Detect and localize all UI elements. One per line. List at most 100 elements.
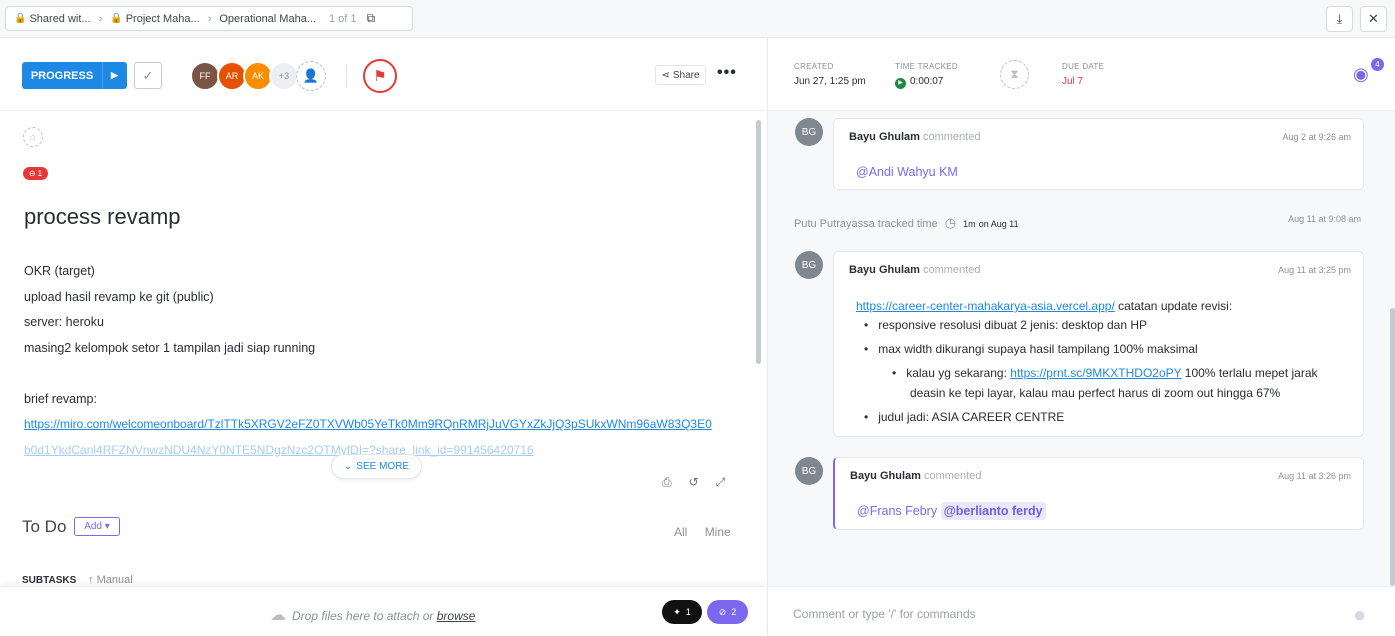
list-text-continued: deasin ke tepi layar, kalau mau perfect … (910, 386, 1281, 400)
avatar: BG (795, 118, 823, 146)
attachment-bar: ☁ Drop files here to attach or browse ✦ 1… (0, 586, 766, 636)
comment-body: https://career-center-mahakarya-asia.ver… (856, 299, 1232, 313)
chat-bubble-icon[interactable]: ● (1353, 602, 1366, 628)
hourglass-icon[interactable]: ⧗ (1000, 60, 1029, 89)
comment-header: Bayu Ghulam commented (849, 264, 980, 276)
see-more-label: SEE MORE (356, 461, 410, 472)
created-value: Jun 27, 1:25 pm (794, 76, 866, 87)
comment-body: @Andi Wahyu KM (856, 165, 958, 179)
chevron-right-icon: › (207, 12, 212, 25)
figma-count: 1 (685, 607, 691, 617)
watchers-count: 4 (1371, 58, 1384, 71)
complete-checkbox[interactable]: ✓ (134, 62, 162, 89)
next-status-icon[interactable]: ▶ (102, 62, 126, 89)
activity-time: Aug 11 at 9:08 am (1288, 214, 1361, 224)
list-item: • judul jadi: ASIA CAREER CENTRE (864, 410, 1065, 424)
mention[interactable]: @Andi Wahyu KM (856, 165, 958, 179)
comment-header: Bayu Ghulam commented (850, 470, 981, 482)
career-center-link[interactable]: https://career-center-mahakarya-asia.ver… (856, 299, 1115, 313)
history-icon[interactable]: ↺ (689, 475, 699, 490)
activity-pane: CREATED Jun 27, 1:25 pm TIME TRACKED ▶ 0:… (767, 38, 1395, 636)
download-button[interactable]: ⤓ (1326, 6, 1353, 32)
attachments-button[interactable]: ⊘ 2 (707, 600, 748, 624)
list-text: 100% terlalu mepet jarak (1181, 366, 1318, 380)
miro-link[interactable]: https://miro.com/welcomeonboard/TzlTTk5X… (24, 417, 729, 443)
mention[interactable]: @Frans Febry (857, 504, 937, 518)
more-options-button[interactable]: ••• (717, 64, 737, 82)
minus-icon: ⊖ (28, 169, 36, 178)
watchers-eye-icon[interactable]: ◉ (1353, 64, 1369, 85)
comment-card: Bayu Ghulam commented Aug 11 at 3:26 pm … (833, 457, 1364, 530)
sort-manual-button[interactable]: ↑ Manual (88, 574, 133, 586)
comment-input[interactable]: Comment or type '/' for commands (793, 607, 976, 621)
blocked-badge[interactable]: ⊖ 1 (23, 167, 48, 180)
close-button[interactable]: ✕ (1360, 6, 1387, 32)
comment-verb: commented (923, 470, 982, 482)
flag-icon: ⚑ (373, 68, 387, 85)
breadcrumb-item-list[interactable]: Operational Maha... (219, 13, 316, 25)
chevron-down-icon: ⌄ (343, 461, 353, 472)
comment-author[interactable]: Bayu Ghulam (849, 264, 920, 276)
avatar: BG (795, 251, 823, 279)
priority-flag-button[interactable]: ⚑ (363, 59, 397, 93)
tracked-duration: 1m (963, 219, 976, 229)
tracked-time: 0:00:07 (910, 76, 944, 87)
clock-icon: ◷ (944, 215, 957, 230)
list-text: responsive resolusi dibuat 2 jenis: desk… (878, 318, 1148, 332)
description-line: upload hasil revamp ke git (public) (24, 289, 214, 304)
download-icon: ⤓ (1336, 11, 1343, 26)
editor-tools: ⎙ ↺ ⤢ (662, 475, 725, 490)
todo-heading: To Do (22, 517, 67, 536)
print-icon[interactable]: ⎙ (662, 475, 672, 490)
cloud-upload-icon: ☁ (270, 607, 286, 624)
paperclip-icon: ⊘ (718, 606, 727, 617)
task-toolbar: PROGRESS ▶ ✓ FF AR AK +3 👤 ⚑ ⋖ Share ••• (0, 38, 766, 111)
task-title[interactable]: process revamp (24, 204, 181, 230)
scrollbar[interactable] (756, 120, 761, 364)
top-bar: 🔒 Shared wit... › 🔒 Project Maha... › Op… (0, 0, 1395, 38)
comment-time: Aug 2 at 9:26 am (1282, 132, 1351, 142)
comment-card: Bayu Ghulam commented Aug 2 at 9:26 am @… (833, 118, 1364, 190)
due-date-value[interactable]: Jul 7 (1062, 76, 1083, 87)
subtasks-label: SUBTASKS (22, 575, 77, 586)
list-text: max width dikurangi supaya hasil tampila… (878, 342, 1198, 356)
list-item: • responsive resolusi dibuat 2 jenis: de… (864, 318, 1148, 332)
description-line: brief revamp: (24, 391, 97, 406)
time-tracked-value[interactable]: ▶ 0:00:07 (895, 76, 943, 89)
comment-author[interactable]: Bayu Ghulam (850, 470, 921, 482)
drop-zone[interactable]: ☁ Drop files here to attach or browse (270, 605, 475, 625)
figma-button[interactable]: ✦ 1 (662, 600, 702, 624)
see-more-button[interactable]: ⌄ SEE MORE (331, 454, 422, 479)
play-icon[interactable]: ▶ (895, 78, 906, 89)
share-button[interactable]: ⋖ Share (655, 65, 706, 85)
task-pane: PROGRESS ▶ ✓ FF AR AK +3 👤 ⚑ ⋖ Share •••… (0, 38, 766, 636)
list-item: • kalau yg sekarang: https://prnt.sc/9MK… (892, 366, 1318, 380)
filter-all[interactable]: All (674, 525, 687, 539)
scrollbar[interactable] (1390, 308, 1395, 586)
add-todo-button[interactable]: Add ▾ (74, 517, 120, 536)
description-line: OKR (target) (24, 264, 95, 278)
add-assignee-icon[interactable]: 👤 (296, 61, 326, 91)
share-label: Share (672, 69, 700, 81)
breadcrumb-item-project[interactable]: Project Maha... (126, 13, 200, 25)
tag-icon[interactable]: ⌂ (23, 127, 43, 147)
browse-link[interactable]: browse (437, 609, 476, 623)
mention-highlighted[interactable]: @berlianto ferdy (940, 502, 1046, 520)
open-in-new-icon[interactable]: ⧉ (367, 11, 376, 26)
breadcrumb-item-shared[interactable]: Shared wit... (29, 13, 90, 25)
list-item: • max width dikurangi supaya hasil tampi… (864, 342, 1198, 356)
status-button[interactable]: PROGRESS ▶ (22, 62, 127, 89)
filter-mine[interactable]: Mine (705, 525, 731, 539)
task-description[interactable]: OKR (target) upload hasil revamp ke git … (24, 264, 729, 468)
breadcrumb: 🔒 Shared wit... › 🔒 Project Maha... › Op… (5, 6, 413, 31)
avatar-ff[interactable]: FF (190, 61, 220, 91)
description-line (24, 366, 729, 392)
comment-author[interactable]: Bayu Ghulam (849, 131, 920, 143)
extra-assignees[interactable]: +3 (269, 61, 299, 91)
time-tracked-label: TIME TRACKED (895, 62, 959, 71)
expand-icon[interactable]: ⤢ (716, 475, 726, 490)
prnt-link[interactable]: https://prnt.sc/9MKXTHDO2oPY (1010, 366, 1181, 380)
drop-text: Drop files here to attach or (292, 609, 437, 623)
status-label: PROGRESS (30, 69, 94, 82)
sort-label: Manual (96, 574, 133, 586)
